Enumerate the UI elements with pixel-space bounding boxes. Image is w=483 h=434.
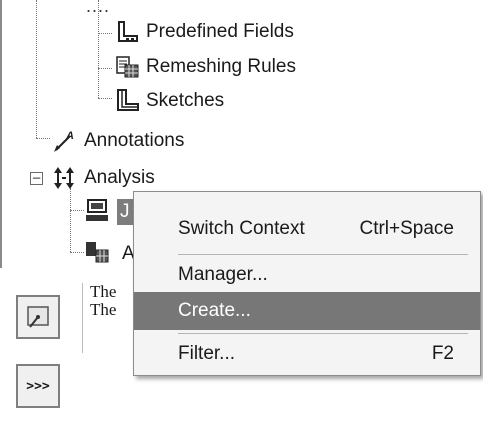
annotation-icon: A [52,128,78,154]
menu-item-shortcut: F2 [431,343,454,364]
menu-item-filter[interactable]: Filter... F2 [134,335,480,373]
tree-item-label: Predefined Fields [146,21,294,42]
tree-connector [70,210,84,211]
menu-item-manager[interactable]: Manager... [134,256,480,294]
tree-item-sketches[interactable]: Sketches [114,86,224,116]
tree-item-label: Analysis [84,167,155,188]
tree-connector [98,33,112,34]
expand-command-label: >>> [26,378,50,394]
tree-item-label: Sketches [146,90,225,111]
menu-separator [178,333,468,334]
tree-item-remeshing-rules[interactable]: Remeshing Rules [114,52,296,82]
tree-item-analysis[interactable]: Analysis [52,163,155,193]
tree-item-annotations[interactable]: A Annotations [52,126,184,156]
menu-item-label: Manager... [178,264,268,285]
menu-item-create[interactable]: Create... [134,292,480,330]
menu-item-label: Create... [178,300,251,321]
tree-connector [36,0,37,138]
tree-item-label: Annotations [84,130,185,151]
analysis-collapse-toggle[interactable]: − [30,172,43,185]
tree-connector [70,252,84,253]
predefined-fields-icon [114,19,140,45]
menu-item-switch-context[interactable]: Switch Context Ctrl+Space [134,210,480,248]
adaptivity-icon [84,240,110,266]
menu-item-label: Switch Context [178,218,305,239]
viewport-select-icon [27,306,49,328]
tree-connector [70,188,71,252]
remeshing-rules-icon [114,54,140,80]
expand-command-button[interactable]: >>> [16,364,60,408]
analysis-icon [52,165,78,191]
menu-separator [178,254,468,255]
tree-connector [98,98,112,99]
prompt-tool-button[interactable] [16,295,60,339]
tree-connector [98,68,112,69]
job-icon [84,198,110,224]
tree-item-predefined-fields[interactable]: Predefined Fields [114,17,294,47]
context-menu: Switch Context Ctrl+Space Manager... Cre… [133,191,481,376]
sketch-icon [114,88,140,114]
svg-text:A: A [65,130,74,142]
tree-connector [98,0,99,98]
menu-item-shortcut: Ctrl+Space [359,218,454,239]
menu-item-label: Filter... [178,343,236,364]
tree-connector [36,138,50,139]
tree-item-label: Remeshing Rules [146,56,296,77]
